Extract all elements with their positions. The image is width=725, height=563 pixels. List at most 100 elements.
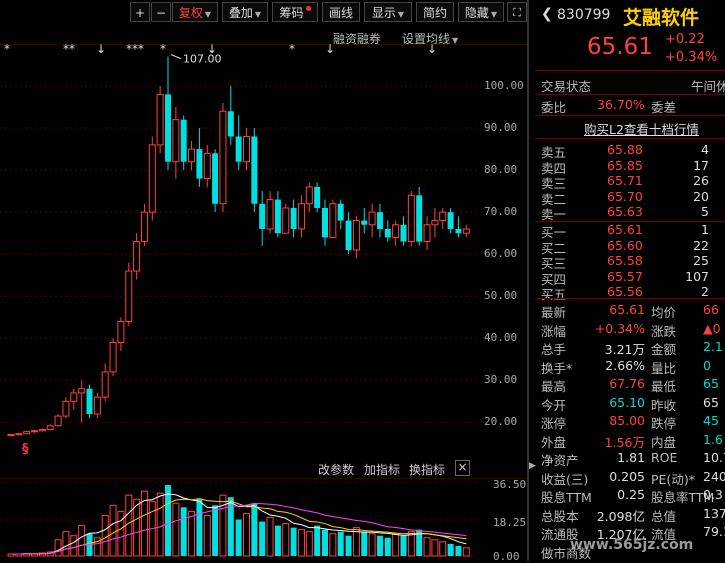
buy-price: 65.57 xyxy=(607,268,643,284)
candle-body xyxy=(125,270,133,322)
watermark: www.565jz.com xyxy=(570,537,694,553)
sell-price: 65.63 xyxy=(607,204,643,219)
divider xyxy=(535,221,725,222)
stat-label: 收益(三) xyxy=(541,471,589,487)
buy-volume: 1 xyxy=(701,222,709,237)
candle-body xyxy=(78,388,86,394)
zoom-out-button[interactable]: − xyxy=(151,2,171,22)
buy-price: 65.56 xyxy=(607,284,643,299)
kline-chart[interactable]: 107.00§ xyxy=(0,44,527,456)
stat-row: 涨幅 +0.34% 涨跌 ▲0 xyxy=(541,321,725,339)
close-icon[interactable]: × xyxy=(455,460,470,476)
candle-body xyxy=(212,153,219,204)
candle-body xyxy=(101,371,109,398)
volume-bar xyxy=(172,502,180,557)
volume-bar xyxy=(431,539,439,557)
event-marker[interactable]: ↓ xyxy=(427,42,437,56)
candle-body xyxy=(219,110,227,205)
candle-body xyxy=(140,211,148,243)
diejia-dropdown[interactable]: 叠加 ▼ xyxy=(222,2,268,22)
volume-bar xyxy=(376,535,383,556)
l2-purchase-link[interactable]: 购买L2查看十档行情 xyxy=(584,119,699,138)
event-marker[interactable]: * xyxy=(160,42,166,56)
volume-bar xyxy=(196,499,203,556)
event-marker[interactable]: ↓ xyxy=(207,42,217,56)
weibi-value: 36.70% xyxy=(597,97,645,112)
zoom-in-button[interactable]: + xyxy=(130,2,150,22)
candle-body xyxy=(31,430,39,433)
panel-divider[interactable] xyxy=(527,0,529,561)
volume-bar xyxy=(297,529,305,557)
buy-volume: 107 xyxy=(685,268,709,284)
xianshi-dropdown[interactable]: 显示 ▼ xyxy=(364,2,412,22)
volume-bar xyxy=(101,514,109,557)
candle-body xyxy=(109,341,117,373)
stat-value: 85.00 xyxy=(609,413,645,428)
buy-volume: 2 xyxy=(701,284,709,299)
volume-bar xyxy=(282,523,290,557)
sell-volume: 26 xyxy=(693,173,709,188)
stat-value: 0.25 xyxy=(617,487,645,502)
candle-body xyxy=(196,149,203,179)
event-marker[interactable]: ↓ xyxy=(96,42,106,56)
event-marker[interactable]: ↓ xyxy=(325,42,335,56)
jianyue-button[interactable]: 简约 xyxy=(416,2,454,22)
change-param-button[interactable]: 改参数 xyxy=(318,461,354,478)
stat-label: 换手* xyxy=(541,360,573,376)
volume-bar xyxy=(368,533,376,557)
huaxian-button[interactable]: 画线 xyxy=(322,2,360,22)
volume-tick-label: 36.50 xyxy=(493,478,527,491)
yincang-dropdown[interactable]: 隐藏 ▼ xyxy=(458,2,504,22)
weibi-label: 委比 xyxy=(541,100,567,115)
volume-chart[interactable] xyxy=(0,478,527,561)
event-marker[interactable]: *** xyxy=(126,42,144,56)
sell-price: 65.71 xyxy=(607,173,643,188)
stat-label-2: ROE xyxy=(651,450,678,465)
volume-bar xyxy=(203,514,211,557)
stat-row: 总股本 2.098亿总值 137. xyxy=(541,506,725,524)
sell-row[interactable]: 卖一 65.63 5 xyxy=(541,204,725,222)
switch-indicator-button[interactable]: 换指标 xyxy=(409,461,445,478)
stat-row: 换手* 2.66% 量比 0 xyxy=(541,358,725,376)
trade-status-row: 交易状态 午间休 xyxy=(541,76,725,94)
caret-down-icon: ▼ xyxy=(254,10,262,19)
volume-bar xyxy=(266,516,274,557)
expand-icon[interactable]: ⛶ xyxy=(507,2,527,22)
back-arrow-icon[interactable]: ❮ xyxy=(541,6,553,22)
volume-bar xyxy=(188,510,196,557)
volume-bar xyxy=(337,531,344,556)
divider xyxy=(535,138,725,139)
stat-label-2: 量比 xyxy=(651,360,677,376)
buy-row[interactable]: 买五 65.56 2 xyxy=(541,284,725,302)
volume-bar xyxy=(109,504,117,557)
event-marker[interactable]: ** xyxy=(63,42,75,56)
status-value: 午间休 xyxy=(691,79,725,94)
chouma-button[interactable]: 筹码 xyxy=(272,2,318,22)
notification-dot-icon xyxy=(305,6,311,11)
stat-value-2: 2.1 xyxy=(703,339,723,354)
volume-bar xyxy=(361,531,368,556)
volume-bar xyxy=(62,531,70,557)
add-indicator-button[interactable]: 加指标 xyxy=(364,461,400,478)
fuquan-dropdown[interactable]: 复权 ▼ xyxy=(172,2,218,22)
price-change: +0.22 xyxy=(665,32,705,47)
stat-value-2: 45 xyxy=(703,413,719,428)
price-tick-label: 60.00 xyxy=(484,247,518,261)
event-marker[interactable]: * xyxy=(289,42,295,56)
volume-bar xyxy=(400,535,407,556)
sell-price: 65.70 xyxy=(607,188,643,204)
weibi-row: 委比 36.70% 委差 xyxy=(541,97,725,115)
candle-body xyxy=(345,220,352,250)
price-tick-label: 100.00 xyxy=(484,79,524,93)
volume-bar xyxy=(180,507,187,556)
stat-value: +0.34% xyxy=(594,320,645,336)
event-marker[interactable]: * xyxy=(4,42,10,56)
stat-label: 总手 xyxy=(541,342,567,357)
sell-volume: 4 xyxy=(701,142,709,157)
volume-bar xyxy=(455,545,462,556)
candle-body xyxy=(462,228,470,234)
volume-bar xyxy=(290,527,297,556)
candle-body xyxy=(259,203,266,229)
caret-down-icon: ▼ xyxy=(397,10,405,19)
stat-value: 65.10 xyxy=(609,394,645,410)
